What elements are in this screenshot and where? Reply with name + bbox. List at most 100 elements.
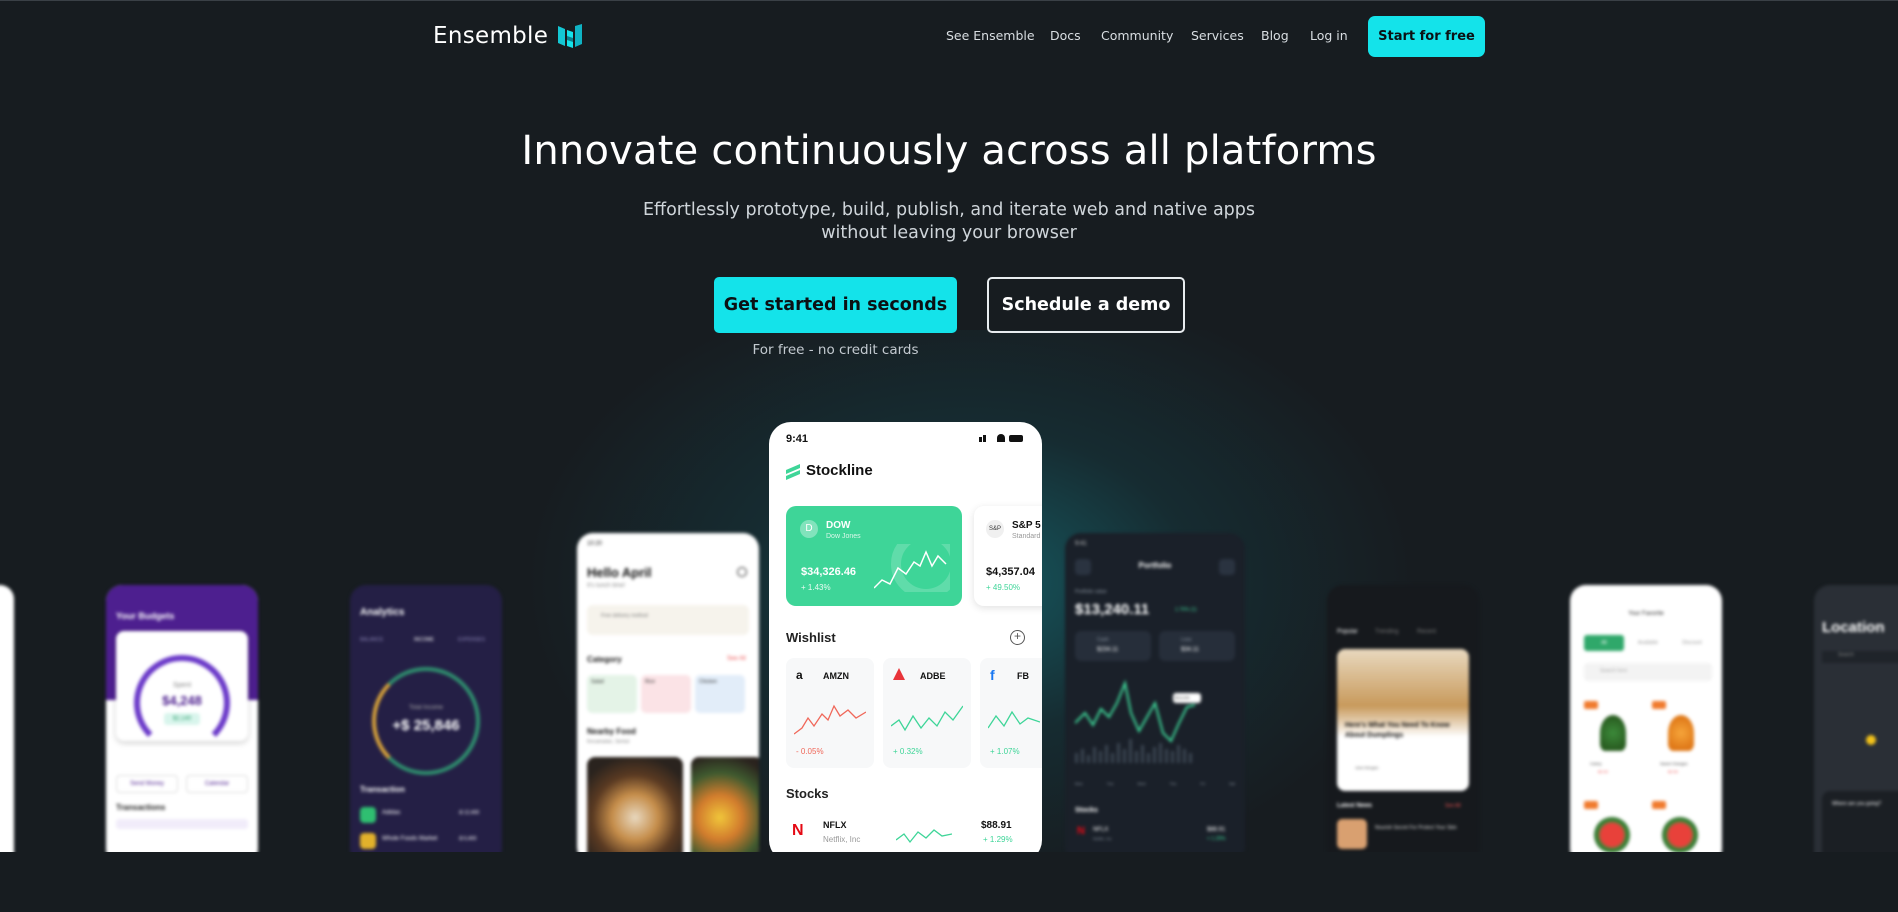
groceries-title: Your Favorite — [1628, 611, 1664, 617]
food-nearby-sub: Kecamatan, Sentul — [587, 739, 630, 745]
grocery-name: Sweet Oranges — [1660, 761, 1688, 766]
food-time: 10:20 — [587, 541, 603, 547]
card-ticker: DOW — [826, 520, 851, 531]
location-search: Search — [1838, 652, 1854, 658]
card-dow[interactable]: D DOW Dow Jones $34,326.46 + 1.43% — [786, 506, 962, 606]
start-for-free-button[interactable]: Start for free — [1368, 16, 1485, 57]
facebook-logo-icon: f — [990, 667, 995, 683]
food-promo: Free delivery method — [601, 613, 648, 619]
nav-community[interactable]: Community — [1101, 28, 1173, 43]
portfolio-chart — [1075, 679, 1201, 763]
nav-docs[interactable]: Docs — [1050, 28, 1081, 43]
phone-edge-left — [0, 585, 14, 865]
portfolio-stock-ticker: NFLX — [1093, 827, 1109, 833]
logo[interactable]: Ensemble — [433, 22, 584, 50]
phone-portfolio: 9:41 Portfolio Portfolio value $13,240.1… — [1065, 533, 1245, 863]
grocery-name: Celery — [1590, 761, 1602, 766]
grocery-price: $2.00 — [1598, 769, 1609, 774]
grocery-price: $2.50 — [1668, 769, 1679, 774]
phone-news: Popular Trending Recent Here's What You … — [1327, 585, 1479, 865]
card-change: + 49.50% — [986, 583, 1021, 592]
netflix-logo-icon: N — [1077, 825, 1085, 837]
analytics-amount: +$ 25,846 — [392, 717, 460, 734]
wishlist-ticker: AMZN — [823, 671, 849, 681]
food-image — [587, 757, 683, 863]
top-border — [0, 0, 1898, 1]
hero-subtitle-line2: without leaving your browser — [821, 223, 1077, 243]
netflix-logo-icon: N — [792, 822, 804, 839]
portfolio-change: 1.76% (1) — [1175, 607, 1197, 613]
hero-title: Innovate continuously across all platfor… — [521, 128, 1377, 174]
nav-services[interactable]: Services — [1191, 28, 1244, 43]
news-headline: Here's What You Need To Know About Dumpl… — [1345, 722, 1450, 739]
stock-price: $88.91 — [981, 820, 1012, 831]
analytics-tab-expenses: EXPENSES — [458, 637, 485, 643]
stockline-logo-icon — [786, 464, 800, 480]
news-see-all: See All — [1445, 803, 1461, 809]
add-icon[interactable]: + — [1010, 630, 1025, 645]
wishlist-sparkline — [891, 705, 963, 732]
portfolio-title: Portfolio — [1138, 561, 1172, 570]
stock-sparkline — [896, 829, 952, 844]
pill-value: $234.11 — [1097, 647, 1119, 653]
wishlist-item-amzn[interactable]: a AMZN - 0.05% — [786, 658, 874, 768]
news-tab: Recent — [1417, 629, 1437, 635]
wishlist-change: + 0.32% — [893, 747, 923, 756]
page-bottom — [0, 852, 1898, 912]
card-ticker: S&P 5 — [1012, 520, 1041, 531]
food-nearby: Nearby Food — [587, 727, 636, 736]
wishlist-ticker: FB — [1017, 671, 1029, 681]
pill-label: Cash — [1097, 637, 1109, 643]
phone-budget: Your Budgets Spent $4,248 $2,140 Send Mo… — [106, 585, 258, 865]
stock-change: + 1.29% — [983, 835, 1013, 844]
app-name: Stockline — [806, 462, 873, 479]
portfolio-stock-price: $88.91 — [1207, 827, 1226, 833]
get-started-button[interactable]: Get started in seconds — [714, 277, 957, 333]
location-title: Location — [1822, 619, 1885, 636]
free-note: For free - no credit cards — [752, 342, 919, 358]
phone-food: 10:20 Hello April It's lunch time! Free … — [577, 533, 759, 863]
pill-label: Loss — [1181, 637, 1192, 643]
nav-blog[interactable]: Blog — [1261, 28, 1289, 43]
news-tab: Popular — [1337, 629, 1358, 635]
card-sp500[interactable]: S&P S&P 5 Standard $4,357.04 + 49.50% — [974, 506, 1042, 606]
wishlist-item-adbe[interactable]: ADBE + 0.32% — [883, 658, 971, 768]
portfolio-stocks-title: Stocks — [1075, 807, 1098, 814]
budget-title: Your Budgets — [116, 611, 175, 621]
analytics-row-name: Whole Foods Market — [382, 836, 438, 842]
status-icons — [979, 434, 1027, 442]
budget-amount: $4,248 — [162, 693, 202, 708]
budget-transactions: Transactions — [116, 803, 166, 812]
analytics-row-amount: -$ 12,400 — [458, 810, 480, 816]
food-image — [691, 757, 759, 863]
card-name: Standard — [1012, 533, 1041, 540]
schedule-demo-button[interactable]: Schedule a demo — [987, 277, 1185, 333]
nav-see-ensemble[interactable]: See Ensemble — [946, 28, 1035, 43]
food-chip: Rice — [645, 679, 656, 685]
analytics-row-name: Adidas — [382, 810, 401, 816]
stocks-title: Stocks — [786, 786, 829, 801]
analytics-tab-income: INCOME — [414, 637, 434, 643]
phone-stockline: 9:41 Stockline D DOW Dow Jones $34,326.4… — [769, 422, 1042, 862]
wishlist-item-fb[interactable]: f FB + 1.07% — [980, 658, 1042, 768]
groceries-tab: Available — [1637, 640, 1659, 646]
budget-send-button: Send Money — [116, 775, 178, 793]
phone-analytics: Analytics BALANCE INCOME EXPENSES Total … — [350, 585, 502, 865]
status-time: 9:41 — [786, 433, 809, 445]
nav-log-in[interactable]: Log in — [1310, 28, 1348, 43]
card-sparkline — [874, 544, 950, 592]
analytics-title: Analytics — [360, 607, 405, 618]
groceries-search: Search here — [1600, 668, 1628, 674]
portfolio-tooltip: $13,240 — [1175, 695, 1190, 700]
analytics-row-amount: -$ 6,400 — [458, 836, 477, 842]
news-tab: Trending — [1375, 629, 1399, 635]
pill-value: $34.11 — [1181, 647, 1199, 653]
wishlist-title: Wishlist — [786, 630, 836, 645]
news-section: Latest News — [1337, 803, 1373, 809]
food-greeting: Hello April — [587, 565, 652, 580]
stock-ticker: NFLX — [823, 820, 847, 830]
portfolio-label: Portfolio value — [1075, 589, 1107, 595]
food-chip: Salad — [591, 679, 604, 685]
analytics-section: Transaction — [360, 785, 405, 794]
budget-sub: Spent — [172, 682, 192, 689]
